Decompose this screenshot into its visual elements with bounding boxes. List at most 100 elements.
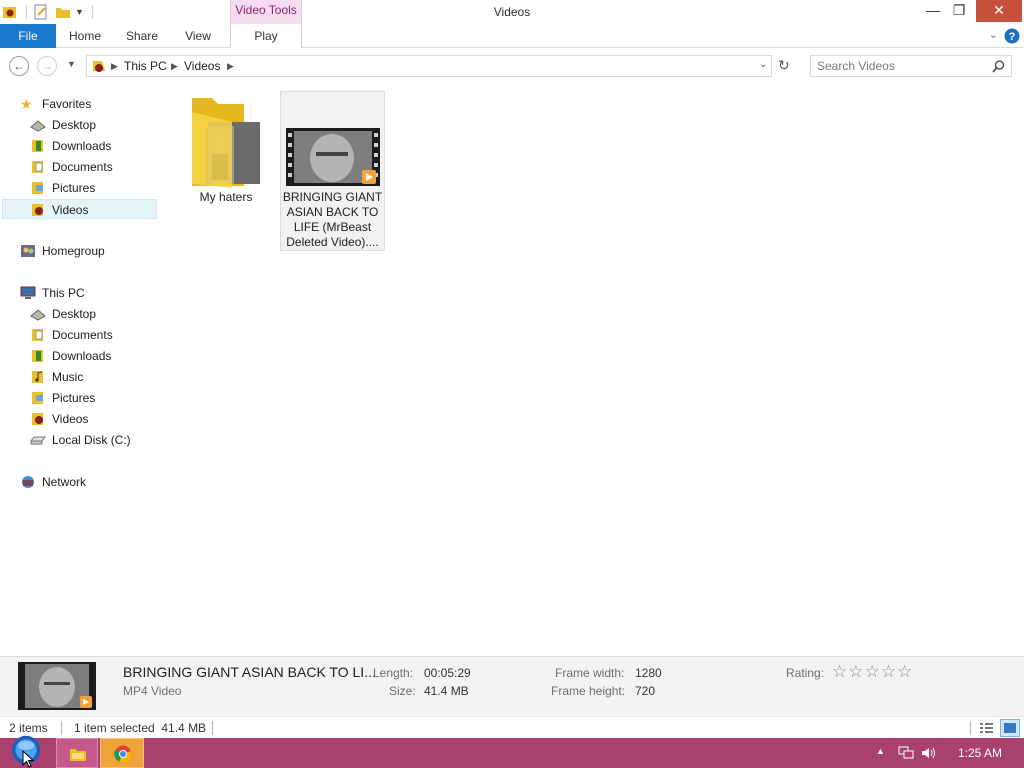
nav-homegroup[interactable]: Homegroup: [20, 241, 105, 261]
show-hidden-icons-icon[interactable]: ▲: [876, 746, 885, 756]
details-thumbnail: [18, 662, 96, 710]
address-dropdown-icon[interactable]: ⌄: [759, 59, 767, 70]
nav-item-label: Downloads: [52, 139, 112, 153]
refresh-icon[interactable]: ↻: [778, 57, 790, 74]
videos-icon: [32, 412, 43, 425]
nav-favorites[interactable]: ★ Favorites: [20, 94, 91, 114]
tab-share[interactable]: Share: [118, 24, 166, 48]
documents-icon: [32, 328, 43, 341]
video-name-line: Deleted Video)....: [286, 235, 379, 249]
nav-pc-videos[interactable]: Videos: [30, 409, 88, 429]
recent-locations-icon[interactable]: ▼: [67, 59, 76, 69]
taskbar-file-explorer[interactable]: [56, 738, 98, 768]
file-explorer-icon: [70, 749, 86, 761]
close-button[interactable]: ✕: [976, 0, 1022, 22]
status-separator: [970, 721, 971, 735]
details-type: MP4 Video: [123, 684, 182, 698]
large-icons-view-icon[interactable]: [1000, 719, 1020, 737]
frame-width-value: 1280: [635, 666, 662, 680]
address-row: ← → ▼ ▶ This PC ▶ Videos ▶ ⌄ ↻: [0, 48, 1024, 84]
close-icon: ✕: [993, 2, 1005, 18]
video-tile[interactable]: BRINGING GIANT ASIAN BACK TO LIFE (MrBea…: [280, 91, 385, 251]
svg-text:?: ?: [1009, 31, 1016, 43]
volume-icon[interactable]: [921, 746, 937, 760]
item-count: 2 items: [9, 721, 48, 735]
hard-drive-icon: [30, 436, 46, 445]
nav-fav-downloads[interactable]: Downloads: [30, 136, 111, 156]
tab-home[interactable]: Home: [62, 24, 108, 48]
search-input[interactable]: [817, 58, 987, 74]
forward-arrow-icon: →: [41, 59, 53, 73]
desktop-icon: [30, 309, 46, 321]
title-bar: ▼ Video Tools Videos — ❐ ✕: [0, 0, 1024, 24]
rating-label: Rating:: [786, 666, 825, 680]
nav-item-label: Documents: [52, 160, 113, 174]
tab-file[interactable]: File: [0, 24, 56, 48]
nav-pc-downloads[interactable]: Downloads: [30, 346, 111, 366]
homegroup-icon: [21, 244, 35, 257]
videos-icon: [32, 203, 43, 216]
help-icon[interactable]: ?: [1004, 28, 1020, 44]
expand-ribbon-icon[interactable]: ⌄: [989, 28, 998, 41]
rating-stars[interactable]: ☆☆☆☆☆: [832, 662, 913, 682]
breadcrumb-chevron-icon[interactable]: ▶: [171, 61, 178, 72]
back-button[interactable]: ←: [9, 56, 29, 76]
tab-view[interactable]: View: [176, 24, 220, 48]
nav-pc-pictures[interactable]: Pictures: [30, 388, 95, 408]
nav-fav-pictures[interactable]: Pictures: [30, 178, 95, 198]
chrome-icon: [114, 745, 132, 763]
breadcrumb-chevron-icon[interactable]: ▶: [111, 61, 118, 72]
tab-play[interactable]: Play: [230, 24, 302, 48]
network-tray-icon[interactable]: [898, 746, 914, 760]
length-label: Length:: [373, 666, 414, 680]
nav-network[interactable]: Network: [20, 472, 86, 492]
breadcrumb-chevron-icon[interactable]: ▶: [227, 61, 234, 72]
nav-item-label: Local Disk (C:): [52, 433, 131, 447]
folder-name: My haters: [199, 190, 253, 204]
nav-pc-music[interactable]: Music: [30, 367, 83, 387]
nav-pc-local-disk[interactable]: Local Disk (C:): [30, 430, 131, 450]
video-thumbnail: [285, 128, 380, 186]
minimize-icon: —: [926, 2, 940, 18]
folder-tile-my-haters[interactable]: My haters: [176, 92, 276, 212]
nav-item-label: Pictures: [52, 391, 96, 405]
status-separator: [61, 721, 62, 735]
downloads-icon: [32, 349, 43, 362]
breadcrumb-this-pc[interactable]: This PC: [124, 59, 167, 73]
minimize-button[interactable]: —: [922, 0, 944, 22]
breadcrumb-videos[interactable]: Videos: [184, 59, 220, 73]
video-name-line: BRINGING GIANT: [282, 190, 383, 204]
taskbar-chrome[interactable]: [100, 738, 144, 768]
computer-icon: [20, 286, 36, 299]
folder-icon: [192, 98, 260, 188]
nav-item-label: Desktop: [52, 307, 97, 321]
nav-item-label: Desktop: [52, 118, 97, 132]
pictures-icon: [32, 391, 43, 404]
details-view-icon[interactable]: [979, 721, 994, 735]
video-name: BRINGING GIANT ASIAN BACK TO LIFE (MrBea…: [281, 190, 384, 250]
forward-button[interactable]: →: [37, 56, 57, 76]
search-box[interactable]: [810, 55, 1012, 77]
star-icon: ★: [20, 95, 33, 112]
frame-height-value: 720: [635, 684, 656, 698]
nav-favorites-label: Favorites: [42, 97, 92, 111]
nav-homegroup-label: Homegroup: [42, 244, 105, 258]
search-icon[interactable]: [992, 60, 1005, 73]
nav-item-label: Documents: [52, 328, 113, 342]
nav-fav-documents[interactable]: Documents: [30, 157, 113, 177]
clock[interactable]: 1:25 AM: [958, 746, 1002, 760]
music-icon: [32, 370, 43, 383]
nav-item-label: Videos: [52, 412, 89, 426]
nav-this-pc-label: This PC: [42, 286, 85, 300]
ribbon-tabs: File Home Share View Play ⌄ ?: [0, 24, 1024, 48]
mouse-cursor-icon: [22, 750, 34, 768]
nav-fav-desktop[interactable]: Desktop: [30, 115, 96, 135]
nav-this-pc[interactable]: This PC: [20, 283, 85, 303]
nav-pc-documents[interactable]: Documents: [30, 325, 113, 345]
nav-pc-desktop[interactable]: Desktop: [30, 304, 96, 324]
frame-height-label: Frame height:: [551, 684, 626, 698]
address-bar[interactable]: ▶ This PC ▶ Videos ▶ ⌄: [86, 55, 772, 77]
maximize-button[interactable]: ❐: [948, 0, 970, 22]
pictures-icon: [32, 181, 43, 194]
nav-fav-videos[interactable]: Videos: [2, 199, 157, 219]
